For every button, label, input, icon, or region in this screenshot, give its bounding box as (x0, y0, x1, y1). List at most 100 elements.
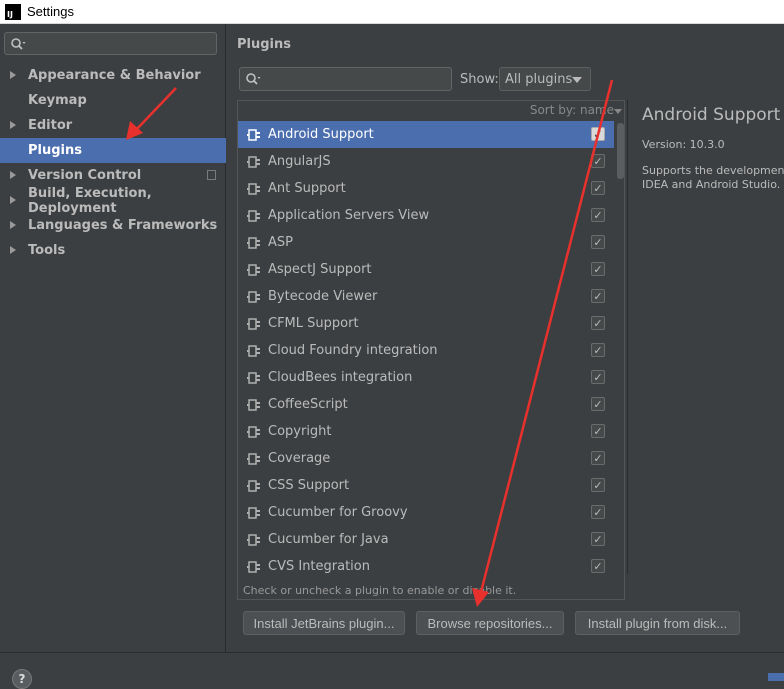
plugin-row[interactable]: CFML Support ✓ (238, 310, 614, 337)
sidebar-item[interactable]: Build, Execution, Deployment (0, 186, 226, 216)
plugin-icon (247, 291, 260, 303)
plugin-icon (247, 453, 260, 465)
plugin-name: CloudBees integration (268, 370, 413, 385)
show-filter-value: All plugins (505, 71, 573, 87)
sort-bar[interactable]: Sort by: name (238, 101, 624, 121)
plugin-name: CoffeeScript (268, 397, 348, 412)
plugin-details-description: Supports the development IDEA and Androi… (642, 164, 784, 192)
plugin-icon (247, 237, 260, 249)
sidebar-item-label: Version Control (28, 168, 142, 183)
plugin-enabled-checkbox[interactable]: ✓ (591, 424, 605, 438)
plugin-row[interactable]: ASP ✓ (238, 229, 614, 256)
plugin-row[interactable]: Bytecode Viewer ✓ (238, 283, 614, 310)
plugin-details: Android Support Version: 10.3.0 Supports… (627, 100, 784, 574)
plugin-enabled-checkbox[interactable]: ✓ (591, 289, 605, 303)
plugin-icon (247, 183, 260, 195)
plugin-enabled-checkbox[interactable]: ✓ (591, 181, 605, 195)
plugin-row[interactable]: Cloud Foundry integration ✓ (238, 337, 614, 364)
plugin-icon (247, 399, 260, 411)
plugin-icon (247, 264, 260, 276)
settings-sidebar: Appearance & Behavior Keymap Editor Plugins… (0, 24, 226, 652)
sidebar-item[interactable]: Appearance & Behavior (0, 63, 226, 88)
window-title: Settings (27, 4, 74, 19)
expand-arrow-icon[interactable] (10, 246, 16, 254)
plugin-name: Cucumber for Groovy (268, 505, 408, 520)
sidebar-item[interactable]: Languages & Frameworks (0, 213, 226, 238)
plugin-enabled-checkbox[interactable]: ✓ (591, 505, 605, 519)
plugin-enabled-checkbox[interactable]: ✓ (591, 370, 605, 384)
plugin-name: Ant Support (268, 181, 346, 196)
sidebar-item[interactable]: Keymap (0, 88, 226, 113)
browse-repositories-button[interactable]: Browse repositories... (416, 611, 564, 635)
plugin-name: Copyright (268, 424, 332, 439)
plugin-enabled-checkbox[interactable]: ✓ (591, 397, 605, 411)
sidebar-item-label: Plugins (28, 143, 82, 158)
search-icon (11, 37, 26, 50)
sidebar-item-label: Tools (28, 243, 66, 258)
plugin-enabled-checkbox[interactable]: ✓ (591, 235, 605, 249)
description-line: IDEA and Android Studio. (642, 178, 781, 191)
ok-button[interactable] (768, 673, 784, 681)
install-plugin-from-disk-button[interactable]: Install plugin from disk... (575, 611, 740, 635)
title-bar: IJ Settings (0, 0, 784, 24)
plugin-name: Cloud Foundry integration (268, 343, 438, 358)
plugin-name: CVS Integration (268, 559, 370, 574)
plugin-row[interactable]: AngularJS ✓ (238, 148, 614, 175)
sidebar-item[interactable]: Tools (0, 238, 226, 263)
plugin-row[interactable]: CSS Support ✓ (238, 472, 614, 499)
dialog-footer: ? (0, 652, 784, 689)
plugin-icon (247, 507, 260, 519)
sidebar-item-label: Editor (28, 118, 73, 133)
expand-arrow-icon[interactable] (10, 121, 16, 129)
plugin-row[interactable]: AspectJ Support ✓ (238, 256, 614, 283)
plugin-name: Application Servers View (268, 208, 430, 223)
plugin-row[interactable]: Android Support ✓ (238, 121, 614, 148)
plugin-icon (247, 129, 260, 141)
plugin-row[interactable]: Copyright ✓ (238, 418, 614, 445)
sort-label[interactable]: Sort by: name (530, 103, 614, 117)
plugin-row[interactable]: Cucumber for Groovy ✓ (238, 499, 614, 526)
plugin-row[interactable]: Ant Support ✓ (238, 175, 614, 202)
expand-arrow-icon[interactable] (10, 221, 16, 229)
install-jetbrains-plugin-button[interactable]: Install JetBrains plugin... (243, 611, 405, 635)
show-filter-dropdown[interactable]: All plugins (499, 67, 591, 91)
project-level-icon (207, 170, 216, 180)
plugin-name: Bytecode Viewer (268, 289, 378, 304)
plugin-row[interactable]: Coverage ✓ (238, 445, 614, 472)
plugin-row[interactable]: CVS Integration ✓ (238, 553, 614, 580)
plugin-enabled-checkbox[interactable]: ✓ (591, 127, 605, 141)
plugin-enabled-checkbox[interactable]: ✓ (591, 208, 605, 222)
sidebar-item-label: Languages & Frameworks (28, 218, 218, 233)
plugin-enabled-checkbox[interactable]: ✓ (591, 559, 605, 573)
plugin-name: AspectJ Support (268, 262, 372, 277)
help-icon[interactable]: ? (12, 669, 32, 689)
intellij-app-icon: IJ (5, 3, 21, 20)
plugin-row[interactable]: Cucumber for Java ✓ (238, 526, 614, 553)
plugin-enabled-checkbox[interactable]: ✓ (591, 343, 605, 357)
sidebar-item[interactable]: Version Control (0, 163, 226, 188)
plugin-icon (247, 210, 260, 222)
settings-tree: Appearance & Behavior Keymap Editor Plugins… (0, 63, 226, 263)
plugin-search-input[interactable] (239, 67, 452, 91)
plugin-enabled-checkbox[interactable]: ✓ (591, 262, 605, 276)
plugin-list-scrollbar[interactable] (617, 123, 624, 179)
plugin-name: Android Support (268, 127, 374, 142)
expand-arrow-icon[interactable] (10, 71, 16, 79)
plugin-enabled-checkbox[interactable]: ✓ (591, 451, 605, 465)
plugin-enabled-checkbox[interactable]: ✓ (591, 154, 605, 168)
plugin-enabled-checkbox[interactable]: ✓ (591, 532, 605, 546)
description-line: Supports the development (642, 164, 784, 177)
expand-arrow-icon[interactable] (10, 171, 16, 179)
plugin-row[interactable]: CoffeeScript ✓ (238, 391, 614, 418)
plugin-row[interactable]: Application Servers View ✓ (238, 202, 614, 229)
plugin-row[interactable]: CloudBees integration ✓ (238, 364, 614, 391)
plugin-enabled-checkbox[interactable]: ✓ (591, 478, 605, 492)
sidebar-item[interactable]: Plugins (0, 138, 226, 163)
settings-search-input[interactable] (4, 32, 217, 55)
expand-arrow-icon[interactable] (10, 196, 16, 204)
sidebar-item[interactable]: Editor (0, 113, 226, 138)
plugin-enabled-checkbox[interactable]: ✓ (591, 316, 605, 330)
plugin-details-version: Version: 10.3.0 (642, 138, 725, 151)
sort-caret-icon (614, 109, 622, 114)
plugin-name: CSS Support (268, 478, 350, 493)
